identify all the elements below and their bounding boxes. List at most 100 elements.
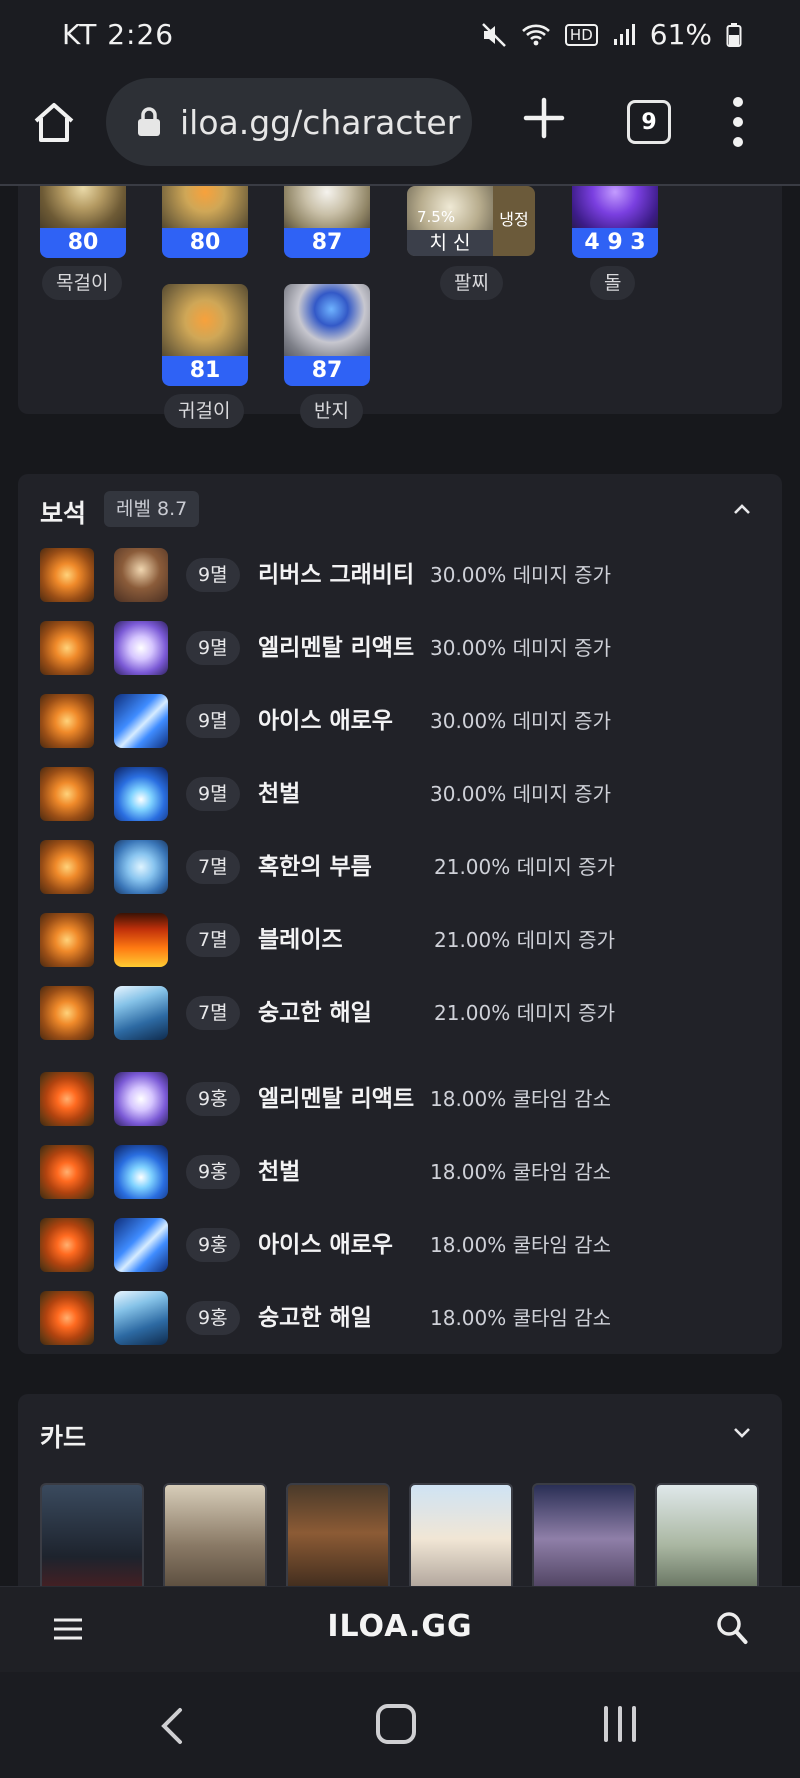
gem-row[interactable]: 9홍 숭고한 해일 18.00% 쿨타임 감소: [18, 1289, 782, 1349]
skill-icon: [114, 548, 168, 602]
gem-row[interactable]: 9홍 천벌 18.00% 쿨타임 감소: [18, 1143, 782, 1203]
cooldown-gem-icon: [40, 1072, 94, 1126]
card-4[interactable]: [409, 1483, 513, 1586]
item-quality: 87: [284, 356, 370, 386]
damage-gem-icon: [40, 840, 94, 894]
item-quality: 80: [162, 228, 248, 258]
item-quality: 80: [40, 228, 126, 258]
recent-apps-icon[interactable]: [600, 1704, 640, 1744]
gem-row[interactable]: 9멸 천벌 30.00% 데미지 증가: [18, 765, 782, 825]
lock-icon: [138, 107, 160, 136]
new-tab-icon[interactable]: [518, 92, 570, 144]
cooldown-gem-icon: [40, 1291, 94, 1345]
card-5[interactable]: [532, 1483, 636, 1586]
damage-gem-icon: [40, 913, 94, 967]
address-bar[interactable]: iloa.gg/character: [106, 78, 472, 166]
gem-effect: 30.00% 데미지 증가: [430, 636, 611, 660]
necklace-item[interactable]: 80: [40, 186, 126, 258]
status-bar: KT 2:26 HD 61%: [0, 0, 800, 72]
gem-row[interactable]: 7멸 혹한의 부름 21.00% 데미지 증가: [18, 838, 782, 898]
earring-image: [162, 186, 248, 228]
ring-label: 반지: [300, 394, 363, 428]
hd-badge: HD: [564, 23, 598, 46]
gem-skill-name: 리버스 그래비티: [258, 562, 415, 588]
chevron-up-icon[interactable]: [732, 502, 752, 516]
signal-icon: [613, 23, 635, 45]
card-1[interactable]: [40, 1483, 144, 1586]
gem-row[interactable]: 9멸 아이스 애로우 30.00% 데미지 증가: [18, 692, 782, 752]
earring-label: 귀걸이: [164, 394, 245, 428]
battery-percent: 61%: [649, 18, 712, 51]
gem-effect: 18.00% 쿨타임 감소: [430, 1087, 611, 1111]
accessories-panel: 80 80 87 7.5% 치 신 냉정 4 9 3 목걸이 팔찌 돌 81 8…: [18, 186, 782, 428]
gem-skill-name: 블레이즈: [258, 927, 343, 953]
gem-row[interactable]: 9멸 엘리멘탈 리액트 30.00% 데미지 증가: [18, 619, 782, 679]
card-2[interactable]: [163, 1483, 267, 1586]
card-6[interactable]: [655, 1483, 759, 1586]
wifi-icon: [522, 24, 550, 45]
site-logo[interactable]: ILOA.GG: [0, 1609, 800, 1644]
skill-icon: [114, 1072, 168, 1126]
site-nav-bar: ILOA.GG: [0, 1586, 800, 1673]
gem-skill-name: 혹한의 부름: [258, 854, 372, 880]
system-nav-bar: [0, 1672, 800, 1778]
gem-skill-name: 천벌: [258, 781, 301, 807]
gem-row[interactable]: 9홍 아이스 애로우 18.00% 쿨타임 감소: [18, 1216, 782, 1276]
gems-title: 보석: [40, 499, 87, 528]
gem-skill-name: 숭고한 해일: [258, 1305, 372, 1331]
tab-switcher-button[interactable]: 9: [627, 100, 671, 144]
ring-item[interactable]: 87: [284, 186, 370, 258]
item-quality: 87: [284, 228, 370, 258]
gem-row[interactable]: 9멸 리버스 그래비티 30.00% 데미지 증가: [18, 546, 782, 606]
earring-item[interactable]: 80: [162, 186, 248, 258]
gem-level: 7멸: [186, 996, 240, 1030]
cards-title: 카드: [40, 1423, 87, 1452]
earring-item[interactable]: 81: [162, 284, 248, 386]
gem-level: 9홍: [186, 1082, 240, 1116]
gem-level: 9홍: [186, 1228, 240, 1262]
gem-level: 7멸: [186, 850, 240, 884]
browser-toolbar: iloa.gg/character 9: [0, 72, 800, 186]
status-right: HD 61%: [481, 18, 742, 51]
carrier-label: KT: [62, 18, 98, 51]
damage-gem-icon: [40, 621, 94, 675]
stone-item[interactable]: 4 9 3: [572, 186, 658, 258]
status-left: KT 2:26: [62, 18, 174, 51]
gem-effect: 18.00% 쿨타임 감소: [430, 1233, 611, 1257]
gem-effect: 18.00% 쿨타임 감소: [430, 1306, 611, 1330]
gem-row[interactable]: 7멸 숭고한 해일 21.00% 데미지 증가: [18, 984, 782, 1044]
bracelet-stat: 치 신: [407, 230, 493, 256]
home-button[interactable]: [28, 96, 80, 148]
clock: 2:26: [107, 18, 175, 51]
skill-icon: [114, 986, 168, 1040]
home-nav-icon[interactable]: [376, 1704, 416, 1744]
gem-level: 9홍: [186, 1301, 240, 1335]
damage-gem-icon: [40, 767, 94, 821]
battery-icon: [726, 22, 742, 47]
gem-skill-name: 천벌: [258, 1159, 301, 1185]
skill-icon: [114, 840, 168, 894]
gem-row[interactable]: 7멸 블레이즈 21.00% 데미지 증가: [18, 911, 782, 971]
back-icon[interactable]: [156, 1706, 186, 1746]
gem-effect: 30.00% 데미지 증가: [430, 782, 611, 806]
gems-panel: 보석 레벨 8.7 9멸 리버스 그래비티 30.00% 데미지 증가 9멸 엘…: [18, 474, 782, 1354]
gem-effect: 30.00% 데미지 증가: [430, 709, 611, 733]
skill-icon: [114, 621, 168, 675]
skill-icon: [114, 767, 168, 821]
cooldown-gem-icon: [40, 1218, 94, 1272]
stone-value: 4 9 3: [572, 228, 658, 258]
bracelet-item[interactable]: 7.5% 치 신 냉정: [407, 186, 535, 256]
ring-item[interactable]: 87: [284, 284, 370, 386]
more-menu-icon[interactable]: [726, 94, 750, 150]
gem-row[interactable]: 9홍 엘리멘탈 리액트 18.00% 쿨타임 감소: [18, 1070, 782, 1130]
necklace-label: 목걸이: [42, 266, 123, 300]
gem-level: 9홍: [186, 1155, 240, 1189]
chevron-down-icon[interactable]: [732, 1426, 752, 1440]
necklace-image: [40, 186, 126, 228]
damage-gem-icon: [40, 694, 94, 748]
card-3[interactable]: [286, 1483, 390, 1586]
search-icon[interactable]: [716, 1611, 748, 1645]
tab-count: 9: [641, 109, 657, 135]
gem-effect: 21.00% 데미지 증가: [434, 1001, 615, 1025]
ring-image: [284, 284, 370, 356]
